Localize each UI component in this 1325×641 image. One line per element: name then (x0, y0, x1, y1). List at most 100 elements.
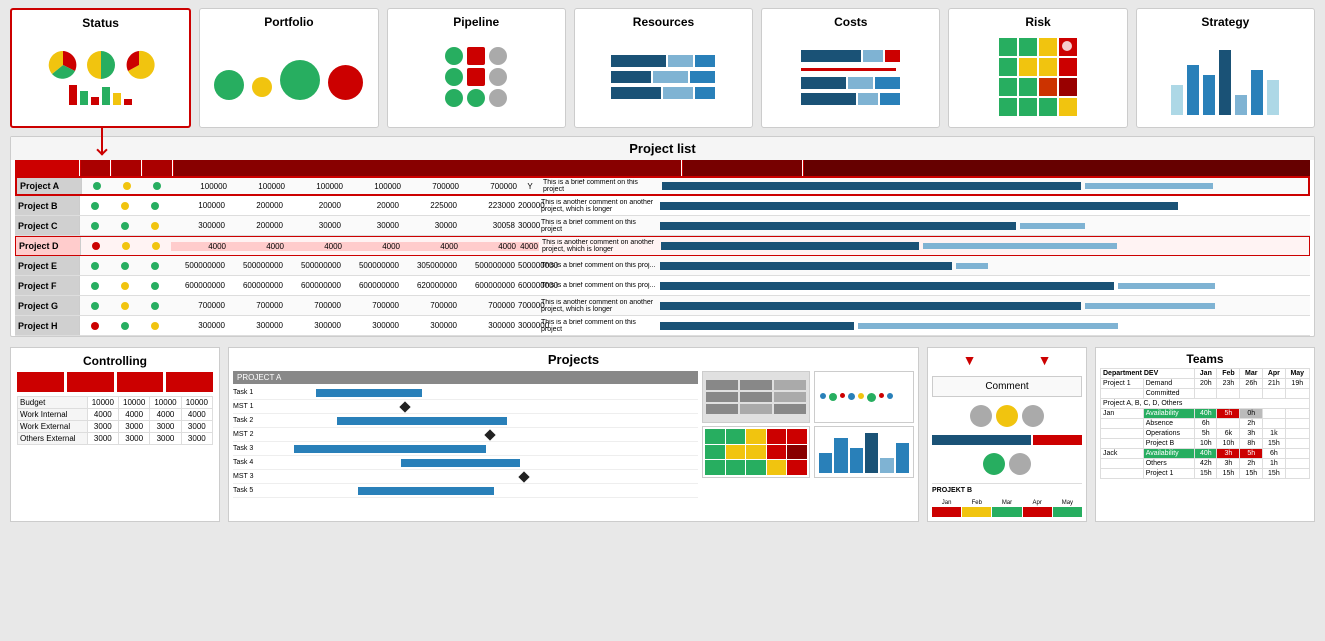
team-sublabel: Operations (1143, 429, 1194, 439)
project-num6: 500000000 (460, 261, 518, 270)
chart-bar (834, 438, 847, 473)
pip-green-2 (445, 68, 463, 86)
teams-card[interactable]: Teams Department DEV Jan Feb Mar Apr May… (1095, 347, 1315, 522)
project-num4: 500000000 (344, 261, 402, 270)
table-row[interactable]: Project E 500000000 500000000 500000000 … (15, 256, 1310, 276)
strategy-visual (1141, 33, 1310, 121)
project-thumbs (702, 371, 810, 498)
risk-cell-3 (1039, 38, 1057, 56)
task-row: Task 4 (233, 456, 698, 470)
pb-cell (932, 507, 961, 517)
projekt-b-grid: Jan Feb Mar Apr May (932, 500, 1082, 517)
month-jan: Jan (1195, 369, 1217, 379)
gantt-bar-main (660, 202, 1178, 210)
card-strategy[interactable]: Strategy (1136, 8, 1315, 128)
team-val: 6k (1217, 429, 1240, 439)
project-header-bar (15, 160, 1310, 176)
pb-cell (992, 507, 1021, 517)
card-costs[interactable]: Costs (761, 8, 940, 128)
project-num6: 700000 (460, 301, 518, 310)
card-resources[interactable]: Resources (574, 8, 753, 128)
project-list-section: Project list Project A 100000 (10, 136, 1315, 337)
project-num3: 4000 (287, 242, 345, 251)
comment-card[interactable]: ▼ ▼ Comment PROJEKT B Jan Feb (927, 347, 1087, 522)
table-row[interactable]: Project B 100000 200000 20000 20000 2250… (15, 196, 1310, 216)
status-bar-2 (80, 91, 88, 105)
table-row[interactable]: Project A 100000 100000 100000 100000 70… (15, 176, 1310, 196)
ctrl-val: 3000 (87, 421, 118, 433)
cost-bar-3a (801, 93, 856, 105)
scatter-dot (887, 393, 893, 399)
strat-bar-5 (1235, 95, 1247, 115)
cost-bar-1b (863, 50, 883, 62)
team-val (1263, 419, 1285, 429)
project-gantt-section: PROJECT A Task 1 MST 1 Task 2 MST 2 (233, 371, 698, 498)
ctrl-val: 4000 (118, 409, 149, 421)
table-row[interactable]: Project D 4000 4000 4000 4000 4000 4000 … (15, 236, 1310, 256)
team-avail: Availability (1143, 449, 1194, 459)
card-status[interactable]: Status (10, 8, 191, 128)
cost-bar-1c (885, 50, 900, 62)
team-val: 26h (1240, 379, 1263, 389)
status-dot (91, 262, 99, 270)
project-num1: 100000 (170, 201, 228, 210)
thumb-tasks (702, 371, 810, 423)
project-num6: 223000 (460, 201, 518, 210)
person-name: Jan (1101, 409, 1144, 419)
pip-green-1 (445, 47, 463, 65)
card-pipeline[interactable]: Pipeline (387, 8, 566, 128)
strat-bar-4 (1219, 50, 1231, 115)
team-sublabel (1101, 419, 1144, 429)
team-avail: Availability (1143, 409, 1194, 419)
project-name: Project B (15, 196, 80, 215)
res-bar-3a (611, 87, 661, 99)
teams-row: Committed (1101, 389, 1310, 399)
res-bar-3c (695, 87, 715, 99)
teams-row: Operations 5h 6k 3h 1k (1101, 429, 1310, 439)
scatter-dot (840, 393, 845, 398)
ph-dot-col (81, 160, 111, 176)
teams-row: Others 42h 3h 2h 1h (1101, 459, 1310, 469)
gantt-bar-light (1085, 183, 1214, 189)
status-circles-row-2 (932, 453, 1082, 475)
team-val: 10h (1195, 439, 1217, 449)
table-row[interactable]: Project C 300000 200000 30000 30000 3000… (15, 216, 1310, 236)
team-val (1217, 389, 1240, 399)
portfolio-circle-3 (280, 60, 320, 100)
thumb-heatmap (702, 426, 810, 478)
scatter-dot (820, 393, 826, 399)
team-val: 2h (1240, 459, 1263, 469)
project-extra: 30000 (518, 221, 538, 230)
card-risk[interactable]: Risk (948, 8, 1127, 128)
risk-cell-10 (1019, 78, 1037, 96)
table-row[interactable]: Project F 600000000 600000000 600000000 … (15, 276, 1310, 296)
milestone-diamond (484, 429, 495, 440)
dept-header: Department DEV (1101, 369, 1195, 379)
table-row[interactable]: Project H 300000 300000 300000 300000 30… (15, 316, 1310, 336)
team-val: 2h (1240, 419, 1263, 429)
chart-bar (819, 453, 832, 473)
strat-bar-1 (1171, 85, 1183, 115)
person-name: Jack (1101, 449, 1144, 459)
status-pie-2 (85, 49, 117, 81)
team-val: 20h (1195, 379, 1217, 389)
status-dot-2 (121, 282, 129, 290)
project-num2: 4000 (229, 242, 287, 251)
controlling-card[interactable]: Controlling Budget 10000 10000 10000 100… (10, 347, 220, 522)
ctrl-val: 3000 (87, 433, 118, 445)
team-val: 3h (1217, 449, 1240, 459)
card-portfolio[interactable]: Portfolio (199, 8, 378, 128)
gantt-bar-main (660, 302, 1081, 310)
project-num2: 500000000 (228, 261, 286, 270)
status-dot-2 (121, 302, 129, 310)
table-row[interactable]: Project G 700000 700000 700000 700000 70… (15, 296, 1310, 316)
team-val (1285, 429, 1309, 439)
pb-cell (1053, 507, 1082, 517)
res-bar-1c (695, 55, 715, 67)
project-name: Project H (15, 316, 80, 335)
projects-card[interactable]: Projects PROJECT A Task 1 MST 1 Task 2 (228, 347, 919, 522)
team-val (1285, 419, 1309, 429)
task-label: MST 3 (233, 473, 273, 480)
team-val: 6h (1195, 419, 1217, 429)
team-val (1263, 389, 1285, 399)
